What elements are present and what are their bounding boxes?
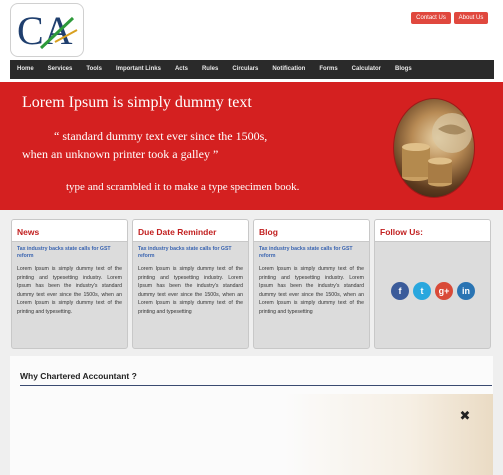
hero-banner: Lorem Ipsum is simply dummy text “ stand… [0, 82, 503, 210]
section-divider [20, 385, 492, 386]
news-card-link[interactable]: Tax industry backs state calls for GST r… [12, 242, 127, 260]
banner-subline: type and scrambled it to make a type spe… [66, 181, 300, 193]
google-plus-icon[interactable]: g+ [435, 282, 453, 300]
news-card-body: Lorem Ipsum is simply dummy text of the … [17, 266, 122, 315]
info-cards-section: News Tax industry backs state calls for … [0, 210, 503, 356]
news-card: News Tax industry backs state calls for … [11, 219, 128, 349]
nav-item-important-links[interactable]: Important Links [109, 60, 168, 79]
nav-item-acts[interactable]: Acts [168, 60, 195, 79]
contact-us-button[interactable]: Contact Us [411, 12, 451, 24]
nav-item-home[interactable]: Home [10, 60, 41, 79]
banner-coins-globe-image [393, 98, 475, 198]
nav-item-notification[interactable]: Notification [265, 60, 312, 79]
nav-item-circulars[interactable]: Circulars [225, 60, 265, 79]
facebook-icon[interactable]: f [391, 282, 409, 300]
blog-card: Blog Tax industry backs state calls for … [253, 219, 370, 349]
news-card-title: News [12, 220, 127, 242]
calculator-icon: ✖ [459, 408, 471, 423]
twitter-icon[interactable]: t [413, 282, 431, 300]
ca-logo[interactable]: CA [10, 3, 84, 57]
nav-item-blogs[interactable]: Blogs [388, 60, 419, 79]
follow-us-title: Follow Us: [375, 220, 490, 242]
blog-card-title: Blog [254, 220, 369, 242]
due-date-card-title: Due Date Reminder [133, 220, 248, 242]
due-date-card: Due Date Reminder Tax industry backs sta… [132, 219, 249, 349]
why-ca-box: Why Chartered Accountant ? ✖ [10, 356, 493, 475]
header: CA Contact Us About Us [0, 0, 503, 60]
banner-quote-line1: “ standard dummy text ever since the 150… [54, 129, 268, 143]
banner-quote-line2: when an unknown printer took a galley ” [22, 147, 219, 161]
nav-item-rules[interactable]: Rules [195, 60, 225, 79]
about-us-button[interactable]: About Us [454, 12, 488, 24]
nav-item-forms[interactable]: Forms [312, 60, 344, 79]
linkedin-icon[interactable]: in [457, 282, 475, 300]
main-nav: Home Services Tools Important Links Acts… [10, 60, 494, 79]
banner-title: Lorem Ipsum is simply dummy text [22, 94, 252, 111]
due-date-card-body: Lorem Ipsum is simply dummy text of the … [138, 266, 243, 315]
blog-card-link[interactable]: Tax industry backs state calls for GST r… [254, 242, 369, 260]
nav-item-calculator[interactable]: Calculator [345, 60, 388, 79]
why-ca-section: Why Chartered Accountant ? ✖ [0, 356, 503, 475]
follow-us-card: Follow Us: f t g+ in [374, 219, 491, 349]
nav-item-tools[interactable]: Tools [79, 60, 109, 79]
logo-image: CA [17, 8, 78, 53]
blog-card-body: Lorem Ipsum is simply dummy text of the … [259, 266, 364, 315]
due-date-card-link[interactable]: Tax industry backs state calls for GST r… [133, 242, 248, 260]
nav-item-services[interactable]: Services [41, 60, 80, 79]
why-ca-title: Why Chartered Accountant ? [20, 371, 137, 381]
